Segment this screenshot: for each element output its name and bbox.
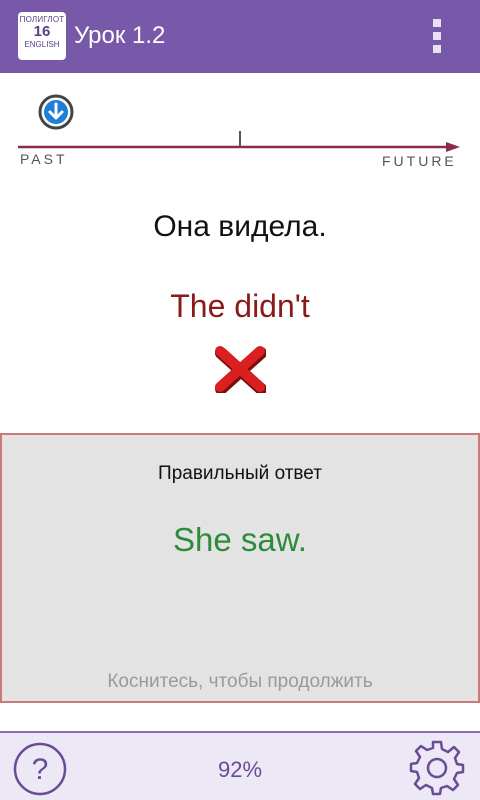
timeline-axis	[18, 131, 460, 152]
future-label: FUTURE	[382, 153, 457, 169]
tap-to-continue-hint: Коснитесь, чтобы продолжить	[107, 671, 373, 692]
correct-answer-heading: Правильный ответ	[158, 463, 322, 484]
correct-answer-panel[interactable]: Правильный ответ She saw. Коснитесь, что…	[0, 433, 480, 703]
question-text: Она видела.	[153, 210, 327, 243]
logo-number: 16	[33, 23, 51, 40]
tense-timeline: PAST FUTURE	[0, 73, 480, 193]
red-x-icon	[215, 346, 266, 393]
bottom-bar: ? 92%	[0, 731, 480, 800]
progress-percent: 92%	[217, 757, 263, 782]
svg-text:?: ?	[32, 753, 49, 786]
help-icon[interactable]: ?	[12, 741, 68, 797]
gear-icon[interactable]	[408, 739, 466, 797]
logo-bottom-text: ENGLISH	[24, 40, 60, 49]
lesson-screen: ПОЛИГЛОТ 16 ENGLISH Урок 1.2 PAST FUTURE…	[0, 0, 480, 800]
user-answer-text: The didn't	[170, 288, 310, 324]
overflow-menu-icon[interactable]	[428, 18, 446, 54]
past-label: PAST	[20, 151, 68, 167]
correct-answer-text: She saw.	[173, 521, 307, 558]
app-logo: ПОЛИГЛОТ 16 ENGLISH	[18, 12, 66, 60]
app-bar: ПОЛИГЛОТ 16 ENGLISH Урок 1.2	[0, 0, 480, 73]
lesson-title: Урок 1.2	[74, 22, 166, 49]
